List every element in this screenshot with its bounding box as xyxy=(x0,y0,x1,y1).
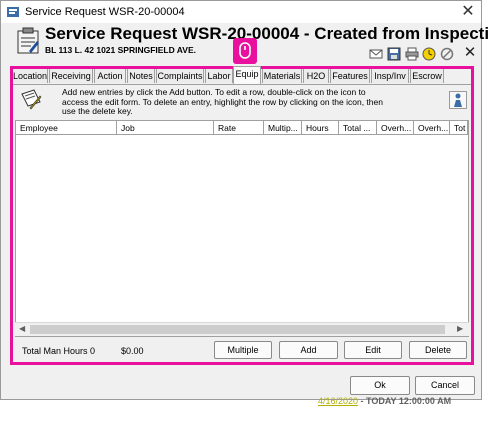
clock-icon[interactable] xyxy=(422,47,436,61)
print-icon[interactable] xyxy=(405,47,419,61)
highlight-frame xyxy=(10,66,474,365)
service-request-icon xyxy=(7,7,19,17)
status-text: - TODAY 12:00:00 AM xyxy=(358,396,452,406)
mouse-icon xyxy=(239,42,251,59)
address-subtitle: BL 113 L. 42 1021 SPRINGFIELD AVE. xyxy=(45,45,197,55)
tab-equip[interactable]: Equip xyxy=(233,66,261,84)
status-date-link[interactable]: 4/16/2020 xyxy=(318,396,358,406)
page-title: Service Request WSR-20-00004 - Created f… xyxy=(45,24,488,43)
title-bar: Service Request WSR-20-00004 ✕ xyxy=(1,1,481,23)
ban-icon[interactable] xyxy=(440,47,454,61)
cancel-button[interactable]: Cancel xyxy=(415,376,475,395)
mail-icon[interactable] xyxy=(369,47,383,61)
close-icon[interactable]: ✕ xyxy=(457,3,479,21)
clipboard-icon xyxy=(17,27,39,54)
cursor-marker xyxy=(233,38,257,64)
save-icon[interactable] xyxy=(387,47,401,61)
ok-button[interactable]: Ok xyxy=(350,376,410,395)
cancel-record-icon[interactable]: ✕ xyxy=(463,45,477,61)
background-status: 4/16/2020 - TODAY 12:00:00 AM xyxy=(318,396,451,406)
window-title: Service Request WSR-20-00004 xyxy=(25,6,185,18)
